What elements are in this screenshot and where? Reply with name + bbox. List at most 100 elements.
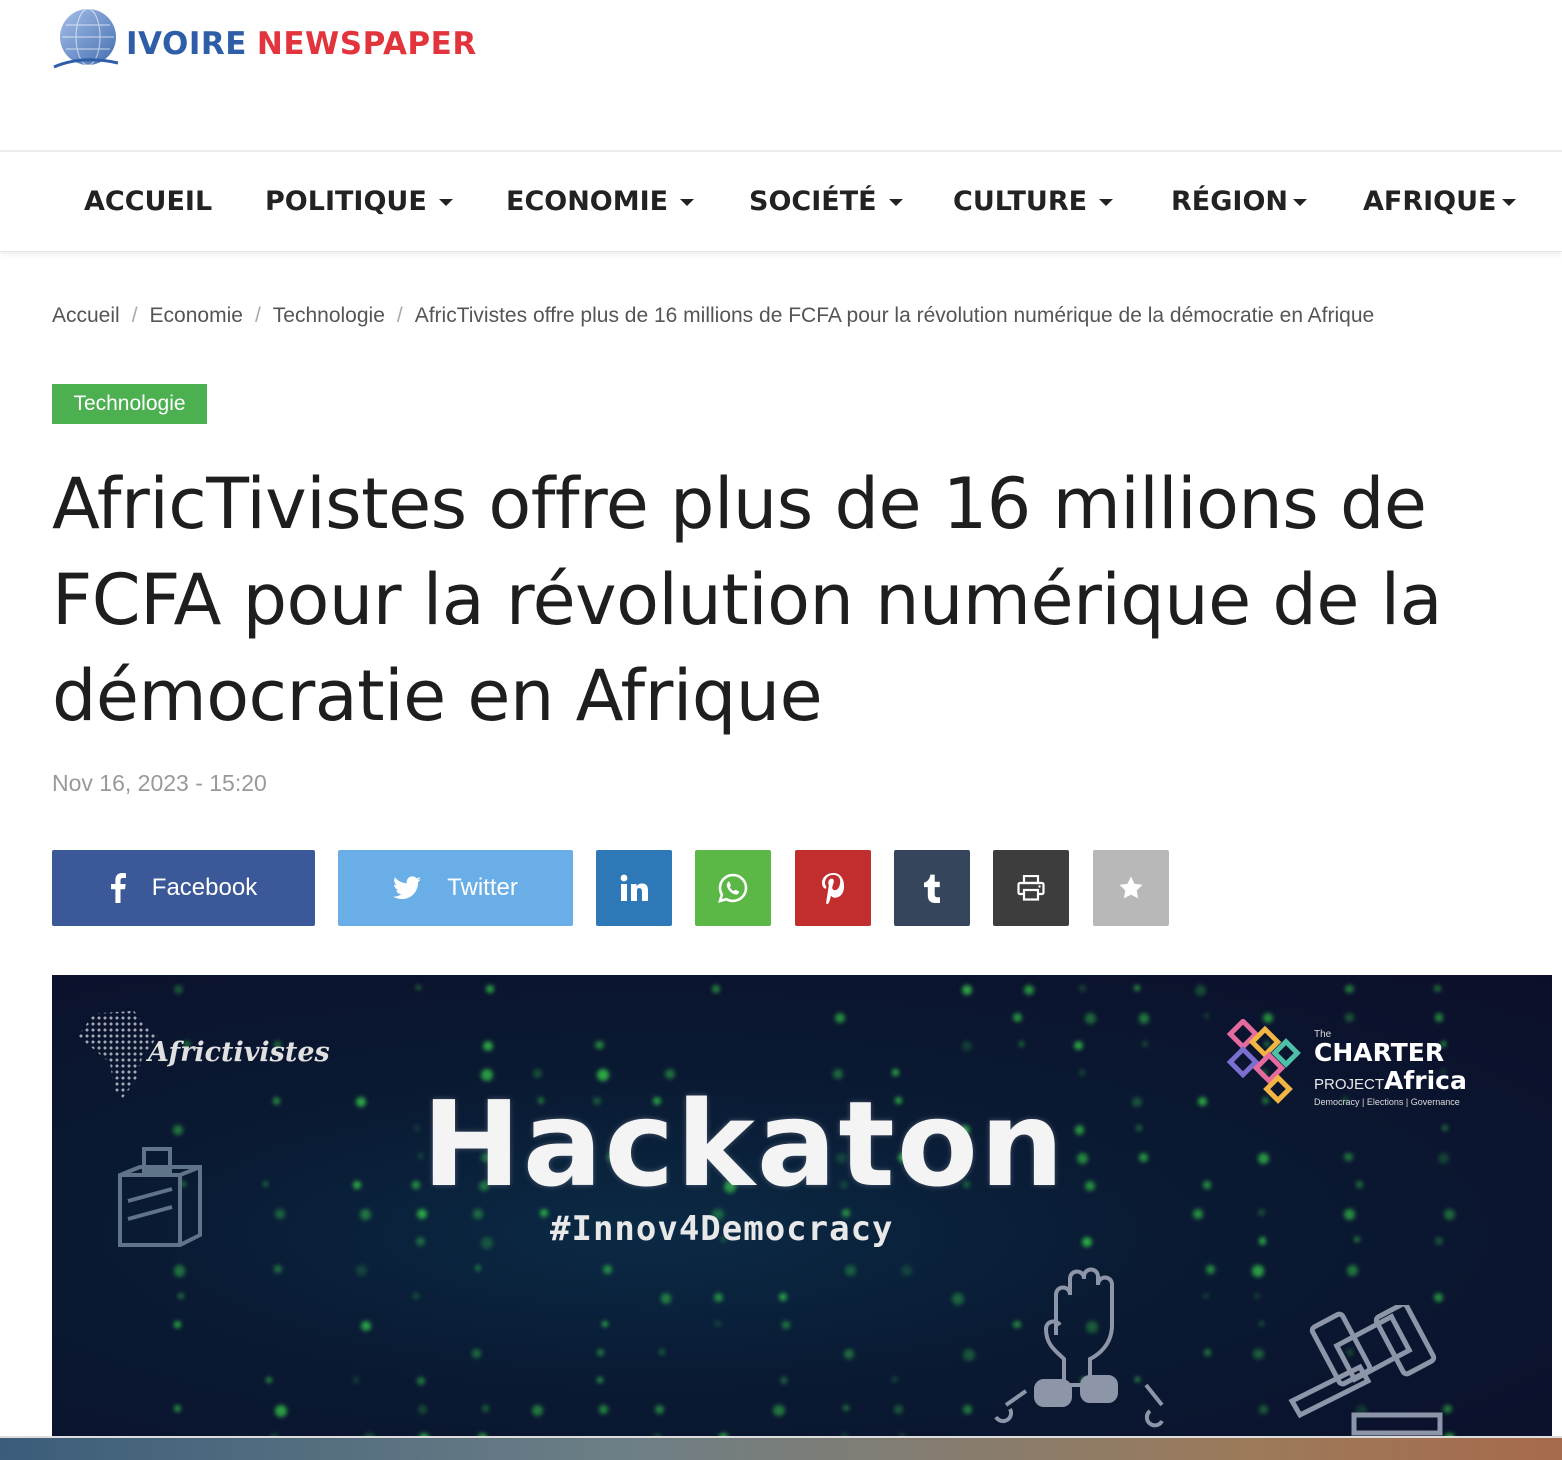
nav-label: ECONOMIE xyxy=(506,186,669,217)
africa-map-icon xyxy=(78,1010,158,1099)
matrix-dot xyxy=(1205,1265,1215,1275)
breadcrumb-link-economie[interactable]: Economie xyxy=(150,304,243,328)
matrix-dot xyxy=(1195,985,1207,997)
matrix-dot xyxy=(1343,1209,1356,1221)
matrix-dot xyxy=(173,1125,183,1135)
share-pinterest-button[interactable] xyxy=(795,850,871,926)
matrix-dot xyxy=(1076,1153,1089,1165)
matrix-dot xyxy=(1346,1265,1359,1277)
nav-item-politique[interactable]: POLITIQUE xyxy=(265,186,453,217)
matrix-dot xyxy=(834,1013,845,1023)
matrix-dot xyxy=(1435,1237,1444,1246)
nav-label: RÉGION xyxy=(1171,186,1288,217)
caret-down-icon xyxy=(1099,199,1114,206)
nav-item-region[interactable]: RÉGION xyxy=(1171,186,1307,217)
nav-label: AFRIQUE xyxy=(1363,186,1497,217)
article-date: Nov 16, 2023 - 15:20 xyxy=(52,770,267,796)
matrix-dot xyxy=(1354,1237,1360,1243)
category-badge[interactable]: Technologie xyxy=(52,384,207,424)
matrix-dot xyxy=(779,1293,788,1302)
matrix-dot xyxy=(1258,1209,1265,1216)
matrix-dot xyxy=(952,1293,964,1305)
favorite-button[interactable] xyxy=(1093,850,1169,926)
matrix-dot xyxy=(1203,1181,1212,1189)
matrix-dot xyxy=(415,985,422,991)
matrix-dot xyxy=(273,1265,282,1274)
matrix-dot xyxy=(355,1097,366,1108)
matrix-dot xyxy=(412,1293,419,1299)
matrix-dot xyxy=(1204,1349,1212,1357)
matrix-dot xyxy=(601,1321,608,1327)
matrix-dot xyxy=(1434,1013,1444,1022)
matrix-dot xyxy=(532,1405,544,1416)
matrix-dot xyxy=(1018,1041,1025,1047)
africtivistes-logo-text: Africtivistes xyxy=(148,1037,330,1068)
matrix-dot xyxy=(412,1181,420,1189)
nav-label: ACCUEIL xyxy=(84,186,213,217)
nav-item-accueil[interactable]: ACCUEIL xyxy=(84,186,212,217)
raised-fist-broken-chain-icon xyxy=(986,1255,1176,1440)
nav-label: POLITIQUE xyxy=(265,186,427,217)
matrix-dot xyxy=(844,1349,854,1359)
nav-label: SOCIÉTÉ xyxy=(749,186,877,217)
matrix-dot xyxy=(1023,985,1034,996)
caret-down-icon xyxy=(888,199,903,206)
matrix-dot xyxy=(482,1405,489,1412)
matrix-dot xyxy=(1433,1293,1444,1303)
nav-item-societe[interactable]: SOCIÉTÉ xyxy=(749,186,903,217)
matrix-dot xyxy=(275,1209,285,1219)
matrix-dot xyxy=(1081,1237,1092,1248)
matrix-dot xyxy=(1253,1349,1264,1360)
gavel-icon xyxy=(1284,1301,1454,1445)
share-twitter-button[interactable]: Twitter xyxy=(338,850,573,926)
matrix-dot xyxy=(173,1265,186,1277)
matrix-dot xyxy=(1193,1209,1204,1219)
breadcrumb-link-accueil[interactable]: Accueil xyxy=(52,304,120,328)
print-icon xyxy=(1017,875,1045,901)
matrix-dot xyxy=(1355,1181,1363,1188)
share-tumblr-button[interactable] xyxy=(894,850,970,926)
site-logo[interactable]: IVOIRE NEWSPAPER xyxy=(52,0,477,80)
charter-project-africa-logo: The CHARTER PROJECTAfrica Democracy | El… xyxy=(1314,1029,1467,1107)
facebook-icon xyxy=(110,873,126,903)
site-header: IVOIRE NEWSPAPER xyxy=(0,0,1562,150)
matrix-dot xyxy=(1074,1041,1084,1051)
nav-item-afrique[interactable]: AFRIQUE xyxy=(1363,186,1516,217)
breadcrumb-link-technologie[interactable]: Technologie xyxy=(273,304,385,328)
matrix-dot xyxy=(173,985,183,994)
matrix-dot xyxy=(715,1321,721,1327)
matrix-dot xyxy=(1138,1013,1150,1024)
matrix-dot xyxy=(1012,1013,1022,1023)
nav-item-economie[interactable]: ECONOMIE xyxy=(506,186,695,217)
matrix-dot xyxy=(599,1405,609,1414)
share-linkedin-button[interactable] xyxy=(596,850,672,926)
matrix-dot xyxy=(414,1125,421,1131)
matrix-dot xyxy=(474,1265,481,1272)
matrix-dot xyxy=(360,1209,372,1221)
matrix-dot xyxy=(893,1405,903,1415)
matrix-dot xyxy=(1434,985,1441,992)
share-whatsapp-button[interactable] xyxy=(695,850,771,926)
share-facebook-button[interactable]: Facebook xyxy=(52,850,315,926)
matrix-dot xyxy=(1258,1405,1268,1414)
twitter-icon xyxy=(393,876,422,900)
matrix-dot xyxy=(262,1181,269,1187)
caret-down-icon xyxy=(438,199,453,206)
nav-item-culture[interactable]: CULTURE xyxy=(953,186,1114,217)
matrix-dot xyxy=(272,1097,281,1105)
matrix-dot xyxy=(1258,1237,1267,1245)
hero-headline: Hackaton xyxy=(422,1075,1066,1213)
print-button[interactable] xyxy=(993,850,1069,926)
matrix-dot xyxy=(472,1349,482,1358)
charter-africa: Africa xyxy=(1384,1066,1467,1095)
matrix-dot xyxy=(1074,1125,1085,1135)
matrix-dot xyxy=(1142,1041,1148,1047)
matrix-dot xyxy=(1085,1013,1097,1024)
breadcrumb: Accueil / Economie / Technologie / Afric… xyxy=(52,304,1374,328)
matrix-dot xyxy=(1132,1097,1142,1107)
matrix-dot xyxy=(782,1321,790,1329)
matrix-dot xyxy=(174,1321,182,1328)
tumblr-icon xyxy=(923,873,941,903)
share-facebook-label: Facebook xyxy=(151,874,258,901)
matrix-dot xyxy=(274,1405,287,1417)
